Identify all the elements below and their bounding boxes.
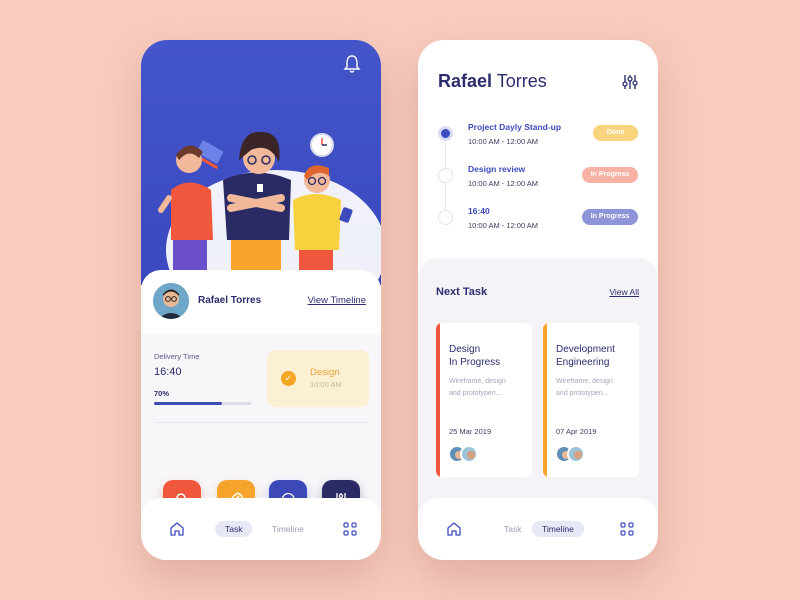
grid-icon[interactable] [343,522,357,536]
progress-percent: 70% [154,389,170,398]
assignee-avatars [448,445,488,463]
team-illustration [158,131,381,285]
task-card[interactable]: Development Engineering Wireframe, desig… [543,323,639,477]
bell-icon[interactable] [343,54,361,74]
view-all-link[interactable]: View All [609,287,639,297]
avatar [153,283,189,319]
delivery-time-value: 16:40 [154,366,182,378]
view-timeline-link[interactable]: View Timeline [308,295,366,306]
task-card-title: Design In Progress [449,344,501,368]
current-task-time: 10:00 AM [310,380,342,389]
status-badge: In Progress [582,209,638,225]
title-last-name: Torres [496,71,547,91]
profile-name: Rafael Torres [198,295,262,306]
hero-banner [141,40,381,285]
section-title: Next Task [436,286,488,298]
divider [154,422,369,423]
assignee-avatars [555,445,595,463]
timeline-item-title: 16:40 [468,206,490,216]
delivery-time-label: Delivery Time [154,352,200,361]
avatar [567,445,585,463]
avatar [460,445,478,463]
task-phone-screen: Rafael Torres View Timeline Delivery Tim… [141,40,381,560]
task-card[interactable]: Design In Progress Wireframe, design and… [436,323,532,477]
timeline-item-title: Project Dayly Stand-up [468,122,562,132]
task-details: Delivery Time 16:40 70% ✓ Design 10:00 A… [141,334,381,560]
current-task-card[interactable]: ✓ Design 10:00 AM [267,350,369,407]
tab-task[interactable]: Task [494,521,531,537]
timeline-dot-active [438,126,453,141]
task-card-description: Wireframe, design and prototypen... [449,378,506,397]
timeline-phone-screen: Rafael Torres Project Dayly Stand-up 10:… [418,40,658,560]
status-badge: Done [593,125,638,141]
task-card-title: Development Engineering [556,344,615,368]
timeline-item-time: 10:00 AM - 12:00 AM [468,179,539,188]
home-icon[interactable] [446,521,462,537]
bottom-nav: Task Timeline [141,498,381,560]
check-icon: ✓ [281,371,296,386]
tab-timeline[interactable]: Timeline [532,521,584,537]
progress-bar-fill [154,402,222,405]
home-icon[interactable] [169,521,185,537]
timeline-item-time: 10:00 AM - 12:00 AM [468,221,539,230]
task-card-description: Wireframe, design and prototypen... [556,378,613,397]
task-card-accent [543,323,547,477]
grid-icon[interactable] [620,522,634,536]
task-card-date: 07 Apr 2019 [556,427,597,436]
page-title: Rafael Torres [438,71,547,92]
tab-task[interactable]: Task [215,521,253,537]
progress-bar [154,402,251,405]
tab-timeline[interactable]: Timeline [262,521,314,537]
timeline-dot [438,168,453,183]
task-card-date: 25 Mar 2019 [449,427,492,436]
current-task-title: Design [310,367,340,378]
timeline-dot [438,210,453,225]
bottom-nav: Task Timeline [418,498,658,560]
next-task-section: Next Task View All Design In Progress Wi… [418,258,658,560]
timeline-item-time: 10:00 AM - 12:00 AM [468,137,539,146]
status-badge: In Progress [582,167,638,183]
title-first-name: Rafael [438,71,493,91]
task-card-accent [436,323,440,477]
profile-card: Rafael Torres View Timeline [141,270,381,334]
filter-icon[interactable] [622,74,638,90]
timeline-item-title: Design review [468,164,526,174]
